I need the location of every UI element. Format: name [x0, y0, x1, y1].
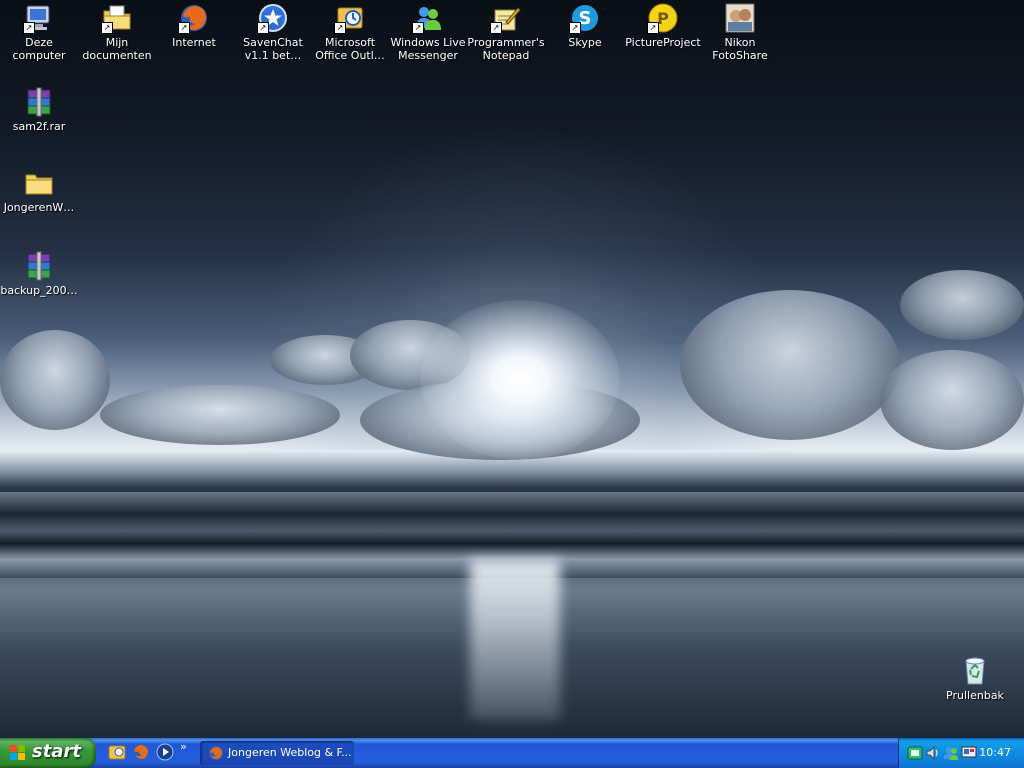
shortcut-arrow-icon: ↗	[334, 22, 346, 34]
taskbar: start » Jongeren Weblog & F... 10:47	[0, 738, 1024, 768]
icon-label: Mijn documenten	[82, 36, 152, 62]
messenger-icon[interactable]	[943, 745, 959, 761]
savenchat-icon: ↗	[257, 2, 289, 34]
desktop-icon-recycle-bin[interactable]: Prullenbak	[936, 655, 1014, 702]
firefox-icon[interactable]	[132, 743, 150, 761]
icon-label: Nikon FotoShare	[712, 36, 768, 62]
shortcut-arrow-icon: ↗	[23, 22, 35, 34]
icon-label: PictureProject	[625, 36, 701, 49]
icon-label: Programmer's Notepad	[467, 36, 545, 62]
folder-icon	[23, 167, 55, 199]
desktop-icon-messenger[interactable]: ↗ Windows Live Messenger	[389, 2, 467, 62]
notepad-icon: ↗	[490, 2, 522, 34]
start-button[interactable]: start	[0, 738, 96, 768]
desktop-icon-skype[interactable]: S ↗ Skype	[546, 2, 624, 49]
desktop-icon-savenchat[interactable]: ↗ SavenChat v1.1 bet…	[234, 2, 312, 62]
firefox-icon: ↗	[178, 2, 210, 34]
speaker-icon[interactable]	[925, 745, 941, 761]
messenger-icon: ↗	[412, 2, 444, 34]
shortcut-arrow-icon: ↗	[257, 22, 269, 34]
windows-logo-icon	[10, 745, 26, 761]
media-player-icon[interactable]	[156, 743, 174, 761]
firefox-icon	[208, 745, 224, 761]
cloud	[0, 330, 110, 430]
desktop-icon-pictureproject[interactable]: P ↗ PictureProject	[624, 2, 702, 49]
clock[interactable]: 10:47	[979, 746, 1011, 759]
system-tray: 10:47	[898, 738, 1024, 768]
network-icon[interactable]	[907, 745, 923, 761]
cloud	[100, 385, 340, 445]
pictureproject-icon: P ↗	[647, 2, 679, 34]
display-icon[interactable]	[961, 745, 977, 761]
shortcut-arrow-icon: ↗	[412, 22, 424, 34]
shortcut-arrow-icon: ↗	[490, 22, 502, 34]
start-label: start	[32, 741, 81, 762]
outlook-icon[interactable]	[108, 743, 126, 761]
icon-label: Internet	[172, 36, 216, 49]
quick-launch-more-button[interactable]: »	[180, 740, 187, 753]
sun-reflection	[470, 560, 560, 720]
desktop[interactable]: ↗ Deze computer ↗ Mijn documenten ↗ Inte…	[0, 0, 1024, 738]
shortcut-arrow-icon: ↗	[647, 22, 659, 34]
recycle-bin-icon	[959, 655, 991, 687]
cloud	[880, 350, 1024, 450]
icon-label: Deze computer	[12, 36, 66, 62]
outlook-icon: ↗	[334, 2, 366, 34]
skype-icon: S ↗	[569, 2, 601, 34]
taskbar-window-label: Jongeren Weblog & F...	[228, 746, 352, 759]
desktop-icon-my-computer[interactable]: ↗ Deze computer	[0, 2, 78, 62]
icon-label: Microsoft Office Outl…	[315, 36, 385, 62]
sun	[420, 300, 620, 460]
cloud	[900, 270, 1024, 340]
desktop-icon-internet[interactable]: ↗ Internet	[155, 2, 233, 49]
shortcut-arrow-icon: ↗	[569, 22, 581, 34]
icon-label: backup_200…	[0, 284, 78, 297]
winrar-archive-icon	[23, 86, 55, 118]
desktop-icon-nikon-fotoshare[interactable]: Nikon FotoShare	[701, 2, 779, 62]
desktop-icon-sam2f-rar[interactable]: sam2f.rar	[0, 86, 78, 133]
my-documents-icon: ↗	[101, 2, 133, 34]
icon-label: JongerenW…	[3, 201, 75, 214]
desktop-icon-jongeren-folder[interactable]: JongerenW…	[0, 167, 78, 214]
desktop-icon-outlook[interactable]: ↗ Microsoft Office Outl…	[311, 2, 389, 62]
taskbar-window-button[interactable]: Jongeren Weblog & F...	[200, 741, 354, 765]
icon-label: sam2f.rar	[12, 120, 66, 133]
desktop-icon-backup-rar[interactable]: backup_200…	[0, 250, 78, 297]
icon-label: Skype	[568, 36, 602, 49]
cloud	[680, 290, 900, 440]
icon-label: SavenChat v1.1 bet…	[243, 36, 303, 62]
icon-label: Prullenbak	[946, 689, 1004, 702]
fotoshare-icon	[724, 2, 756, 34]
icon-label: Windows Live Messenger	[390, 36, 466, 62]
winrar-archive-icon	[23, 250, 55, 282]
shortcut-arrow-icon: ↗	[101, 22, 113, 34]
shortcut-arrow-icon: ↗	[178, 22, 190, 34]
desktop-icon-programmers-notepad[interactable]: ↗ Programmer's Notepad	[467, 2, 545, 62]
desktop-icon-my-documents[interactable]: ↗ Mijn documenten	[78, 2, 156, 62]
my-computer-icon: ↗	[23, 2, 55, 34]
